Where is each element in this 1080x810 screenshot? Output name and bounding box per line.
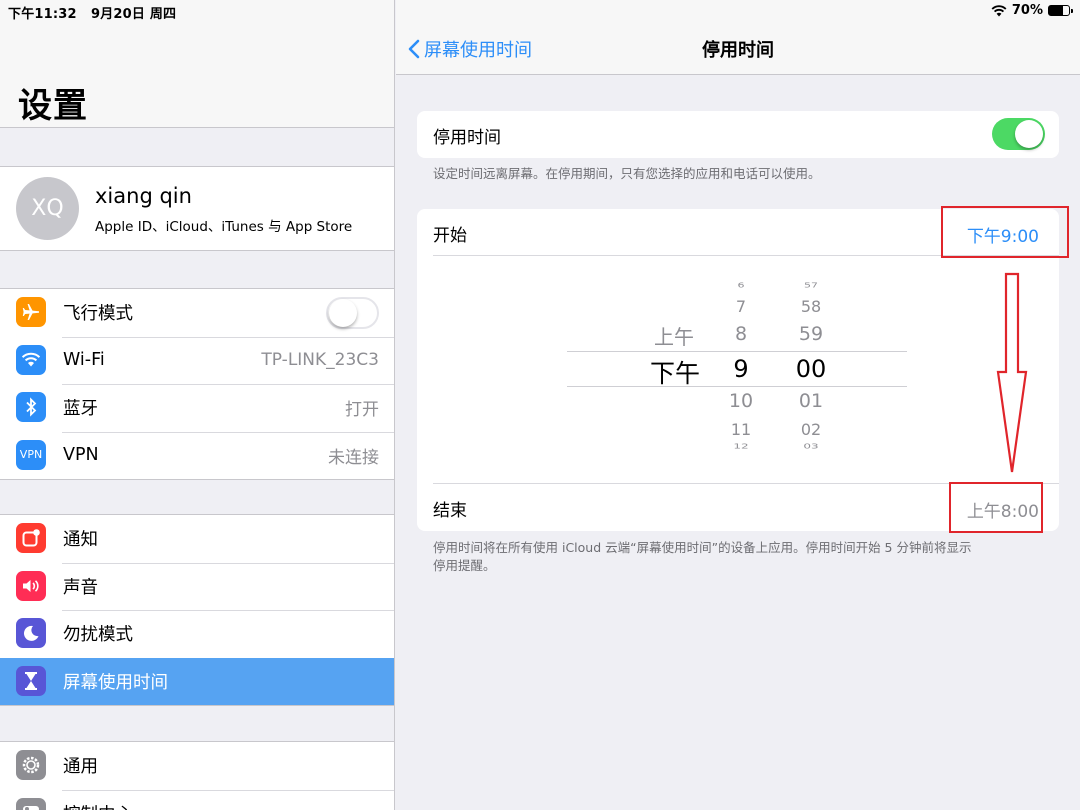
page-title: 停用时间	[702, 40, 774, 61]
downtime-label: 停用时间	[433, 128, 501, 148]
battery-icon	[1048, 5, 1073, 16]
time-picker[interactable]: 上午 下午 6 7 8 9 10 11 12 57 58 59 00 01 02…	[567, 269, 907, 465]
picker-hour[interactable]: 8	[722, 323, 760, 345]
sidebar-item-sounds[interactable]: 声音	[0, 562, 394, 611]
status-time: 下午11:32	[8, 7, 77, 22]
control-center-icon	[16, 797, 46, 810]
sidebar-item-label: 通用	[63, 757, 98, 778]
battery-percent: 70%	[1011, 3, 1043, 18]
sidebar-item-label: 蓝牙	[63, 399, 98, 420]
bluetooth-icon	[16, 392, 46, 422]
sidebar-item-label: 勿扰模式	[63, 625, 133, 646]
picker-hour[interactable]: 12	[717, 442, 765, 450]
picker-ampm-pm[interactable]: 下午	[647, 354, 703, 390]
end-label: 结束	[433, 501, 467, 521]
settings-group-notifications: 通知 声音 勿扰模式 屏幕使用时间	[0, 514, 394, 706]
status-time-date: 下午11:32 9月20日 周四	[8, 3, 176, 22]
sidebar-item-vpn[interactable]: VPN VPN 未连接	[0, 431, 394, 480]
schedule-footer-line: 停用时间将在所有使用 iCloud 云端“屏幕使用时间”的设备上应用。停用时间开…	[433, 540, 972, 555]
sidebar-item-label: 屏幕使用时间	[63, 672, 168, 693]
downtime-description: 设定时间远离屏幕。在停用期间，只有您选择的应用和电话可以使用。	[433, 166, 821, 181]
toggle-knob	[329, 298, 357, 327]
picker-hour[interactable]: 11	[717, 420, 765, 439]
sidebar-item-label: 声音	[63, 577, 98, 598]
picker-hour[interactable]: 10	[717, 390, 765, 412]
sidebar-item-notifications[interactable]: 通知	[0, 515, 394, 563]
airplane-mode-toggle[interactable]	[326, 296, 379, 329]
sidebar-item-label: 控制中心	[63, 801, 133, 810]
status-date: 9月20日 周四	[90, 7, 177, 22]
sidebar-item-label: 通知	[63, 530, 98, 551]
sidebar-item-label: 飞行模式	[63, 304, 133, 325]
schedule-footer-note: 停用时间将在所有使用 iCloud 云端“屏幕使用时间”的设备上应用。停用时间开…	[433, 539, 971, 575]
profile-name: xiang qin	[95, 184, 192, 208]
status-bar: 下午11:32 9月20日 周四 70%	[0, 0, 1080, 22]
sound-icon	[16, 570, 46, 601]
picker-minute[interactable]: 59	[789, 323, 833, 345]
picker-minute-selected[interactable]: 00	[785, 355, 837, 383]
sidebar-item-label: VPN	[63, 445, 99, 466]
schedule-footer-line: 停用提醒。	[433, 558, 496, 573]
sidebar-item-wifi[interactable]: Wi-Fi TP-LINK_23C3	[0, 336, 394, 385]
picker-ampm-am[interactable]: 上午	[649, 321, 699, 350]
annotation-box-end	[949, 482, 1043, 533]
bluetooth-status-value: 打开	[345, 400, 379, 421]
sidebar-title: 设置	[18, 86, 88, 126]
vpn-status-value: 未连接	[328, 447, 379, 468]
annotation-box-start	[941, 206, 1069, 258]
picker-minute[interactable]: 01	[789, 390, 833, 412]
sidebar-item-do-not-disturb[interactable]: 勿扰模式	[0, 610, 394, 658]
picker-selection-bottom	[567, 386, 907, 387]
downtime-toggle[interactable]	[992, 118, 1045, 150]
notifications-icon	[16, 523, 46, 553]
settings-group-connectivity: 飞行模式 Wi-Fi TP-LINK_23C3 蓝牙 打开 VPN VPN 未连…	[0, 288, 394, 480]
profile-subtitle: Apple ID、iCloud、iTunes 与 App Store	[95, 219, 353, 235]
picker-minute[interactable]: 58	[789, 297, 833, 316]
profile-row[interactable]: XQ xiang qin Apple ID、iCloud、iTunes 与 Ap…	[0, 166, 394, 251]
wifi-status-icon	[991, 4, 1007, 16]
picker-selection-top	[567, 351, 907, 352]
wifi-network-value: TP-LINK_23C3	[261, 350, 379, 371]
picker-minute[interactable]: 02	[789, 420, 833, 439]
downtime-detail-pane: 屏幕使用时间 停用时间 停用时间 设定时间远离屏幕。在停用期间，只有您选择的应用…	[396, 0, 1080, 810]
avatar: XQ	[16, 177, 79, 240]
settings-group-general: 通用 控制中心	[0, 741, 394, 810]
picker-hour[interactable]: 6	[722, 282, 760, 290]
airplane-icon	[16, 297, 46, 327]
picker-minute[interactable]: 03	[789, 442, 833, 450]
vpn-icon: VPN	[16, 439, 46, 470]
battery-level	[1049, 6, 1063, 15]
sidebar-item-bluetooth[interactable]: 蓝牙 打开	[0, 384, 394, 432]
moon-icon	[16, 618, 46, 648]
gear-icon	[16, 750, 46, 780]
picker-minute[interactable]: 57	[789, 282, 833, 290]
sidebar-item-screen-time[interactable]: 屏幕使用时间	[0, 657, 394, 705]
sidebar-item-control-center[interactable]: 控制中心	[0, 789, 394, 810]
status-indicators: 70%	[991, 3, 1073, 18]
hourglass-icon	[16, 665, 46, 696]
wifi-icon	[16, 344, 46, 375]
settings-sidebar: 设置 XQ xiang qin Apple ID、iCloud、iTunes 与…	[0, 0, 395, 810]
picker-hour[interactable]: 7	[722, 297, 760, 316]
sidebar-item-label: Wi-Fi	[63, 350, 105, 371]
annotation-arrow-down-icon	[996, 272, 1028, 473]
sidebar-item-general[interactable]: 通用	[0, 742, 394, 790]
sidebar-item-airplane-mode[interactable]: 飞行模式	[0, 289, 394, 337]
picker-hour-selected[interactable]: 9	[722, 355, 760, 383]
toggle-knob	[1015, 120, 1043, 148]
downtime-toggle-row: 停用时间	[417, 111, 1059, 158]
start-label: 开始	[433, 226, 467, 246]
